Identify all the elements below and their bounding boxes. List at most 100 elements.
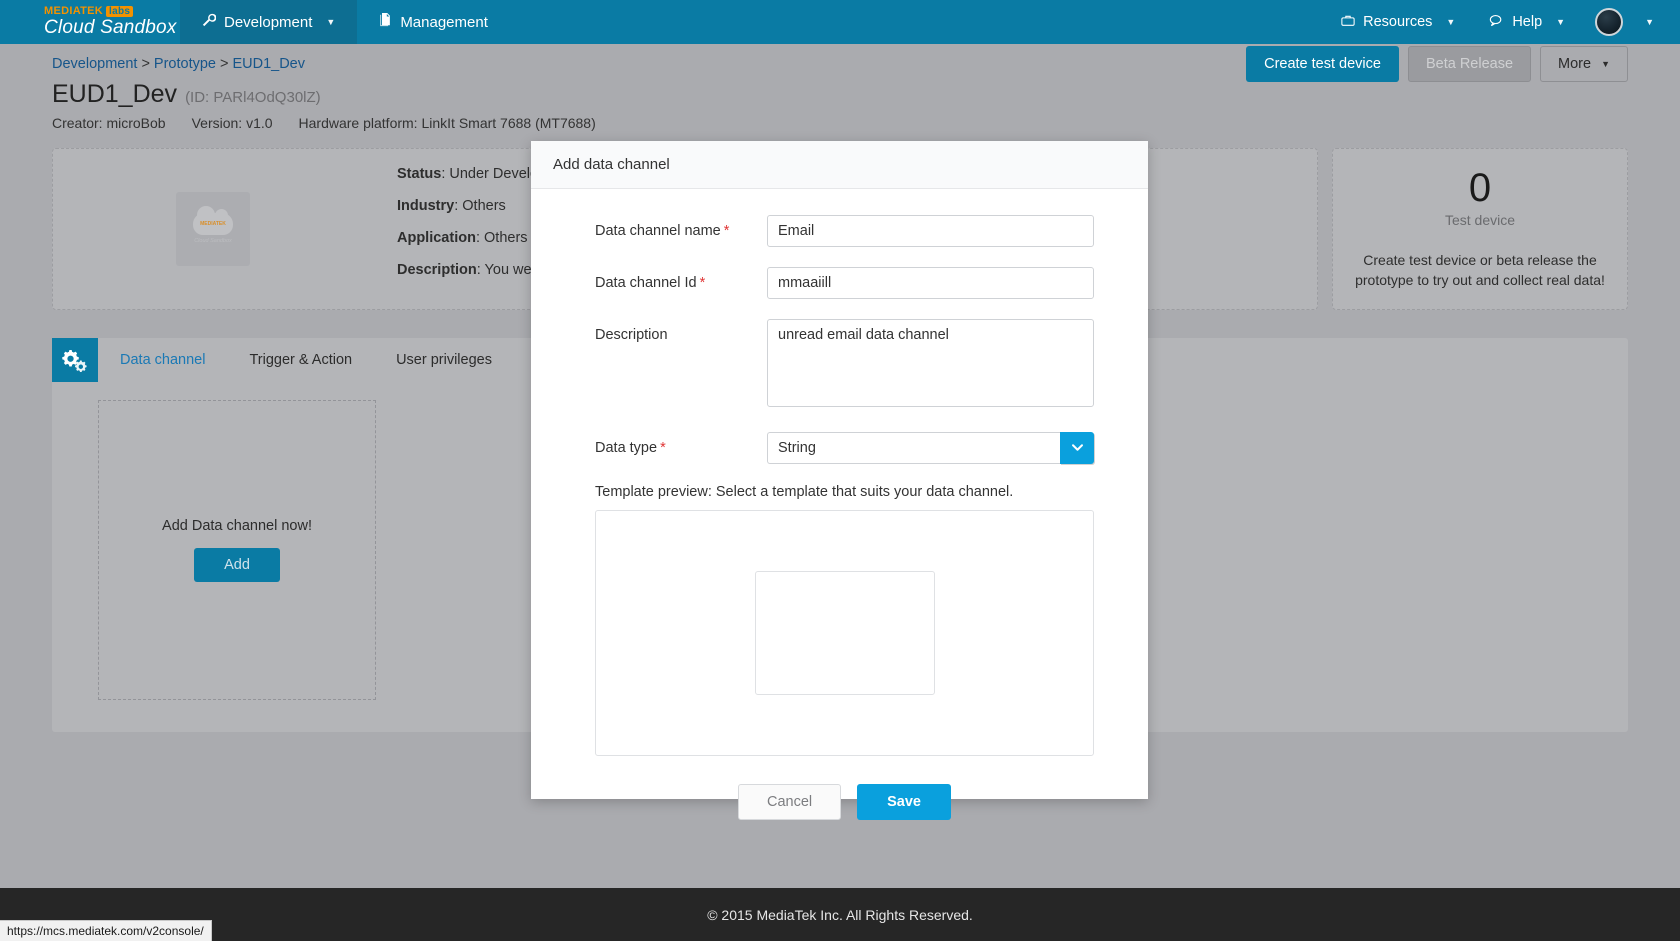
chevron-down-icon: ▼ [326,17,336,27]
meta-version: Version: v1.0 [191,115,273,131]
page-footer: © 2015 MediaTek Inc. All Rights Reserved… [0,888,1680,941]
page-meta-row: Creator: microBob Version: v1.0 Hardware… [0,109,1680,131]
more-button-label: More [1558,56,1592,72]
nav-item-management-label: Management [400,13,488,31]
required-asterisk: * [699,275,706,291]
required-asterisk: * [660,440,666,456]
prototype-thumbnail: MEDIATEK Cloud Sandbox [53,149,373,309]
status-bar-url: https://mcs.mediatek.com/v2console/ [7,924,204,938]
template-preview-placeholder[interactable] [754,571,935,695]
data-type-dropdown-toggle[interactable] [1060,432,1094,464]
brand-logo[interactable]: MEDIATEK labs Cloud Sandbox [0,0,180,44]
tab-trigger-action-label: Trigger & Action [249,352,353,368]
template-preview-area[interactable] [595,510,1094,756]
copyright-text: © 2015 MediaTek Inc. All Rights Reserved… [707,906,973,923]
tab-user-privileges[interactable]: User privileges [374,338,514,382]
data-type-selected-value[interactable]: String [767,432,1060,464]
nav-item-help[interactable]: Help ▼ [1475,14,1579,31]
nav-item-management[interactable]: Management [357,0,510,44]
data-type-label-text: Data type [595,440,658,456]
breadcrumb-link-current[interactable]: EUD1_Dev [232,56,305,72]
description-label: Description [595,319,767,343]
field-row-description: Description [595,319,1094,412]
test-device-note: Create test device or beta release the p… [1355,251,1605,288]
chevron-down-icon: ▼ [1601,59,1610,69]
breadcrumb-separator: > [141,56,150,72]
brand-labs-badge: labs [106,6,134,18]
field-row-data-channel-name: Data channel name * [595,215,1094,247]
briefcase-icon [1341,14,1355,31]
template-preview-label: Template preview: Select a template that… [595,484,1014,500]
tab-trigger-action[interactable]: Trigger & Action [227,338,374,382]
tab-data-channel[interactable]: Data channel [98,338,227,382]
nav-item-development-label: Development [224,13,313,31]
info-label-description: Description [397,261,477,278]
mediatek-cloud-sandbox-logo-icon: MEDIATEK Cloud Sandbox [176,191,250,266]
description-textarea[interactable] [767,319,1094,407]
description-label-text: Description [595,327,668,343]
info-label-industry: Industry [397,197,455,214]
dialog-body: Data channel name* Data channel Id* Desc… [531,189,1148,820]
data-channel-name-label-text: Data channel name [595,223,721,239]
data-channel-name-label: Data channel name * [595,215,767,239]
avatar [1595,8,1624,36]
meta-hardware-platform: Hardware platform: LinkIt Smart 7688 (MT… [298,115,596,131]
nav-item-resources[interactable]: Resources ▼ [1327,14,1469,31]
test-device-card: 0 Test device Create test device or beta… [1332,148,1628,310]
breadcrumb-link-development[interactable]: Development [52,56,137,72]
data-type-control: String [767,432,1094,464]
nav-item-resources-label: Resources [1363,14,1433,30]
gears-icon [52,338,98,382]
add-data-channel-dialog: Add data channel Data channel name* Data… [531,141,1148,820]
dialog-title: Add data channel [553,156,670,173]
data-channel-name-control [767,215,1094,247]
data-channel-id-control [767,267,1094,299]
field-row-data-channel-id: Data channel Id * [595,267,1094,299]
tab-data-channel-label: Data channel [120,352,206,368]
field-row-data-type: Data type * String [595,432,1094,464]
breadcrumb-separator: > [219,56,229,72]
beta-release-button[interactable]: Beta Release [1407,46,1532,82]
browser-status-bar: https://mcs.mediatek.com/v2console/ [0,920,212,941]
page-title: EUD1_Dev [52,80,178,108]
account-menu[interactable]: ▼ [1585,8,1654,36]
dialog-title-bar: Add data channel [531,141,1148,189]
wrench-icon [202,13,217,31]
chevron-down-icon [1071,439,1084,457]
nav-item-help-label: Help [1512,14,1543,30]
tab-user-privileges-label: User privileges [396,352,492,368]
data-channel-id-input[interactable] [767,267,1094,299]
data-channel-id-label-text: Data channel Id [595,275,697,291]
data-channel-id-label: Data channel Id * [595,267,767,291]
chevron-down-icon: ▼ [1556,17,1566,27]
more-button[interactable]: More ▼ [1540,46,1628,82]
cloud-icon: MEDIATEK [193,206,233,236]
save-button[interactable]: Save [857,784,951,820]
chevron-down-icon: ▼ [1446,17,1456,27]
description-control [767,319,1094,412]
top-navigation-bar: MEDIATEK labs Cloud Sandbox Development ▼… [0,0,1680,44]
create-test-device-button[interactable]: Create test device [1246,46,1399,82]
add-data-channel-button[interactable]: Add [194,548,280,582]
dialog-footer: Cancel Save [595,784,1094,820]
test-device-count: 0 [1468,165,1492,210]
cancel-button[interactable]: Cancel [737,784,842,820]
info-value-industry: : Others [454,197,506,214]
empty-data-channel-placeholder: Add Data channel now! Add [98,400,376,700]
info-label-application: Application [397,229,476,246]
nav-right-group: Resources ▼ Help ▼ ▼ [1327,0,1680,44]
brand-cloud-sandbox-text: Cloud Sandbox [44,16,177,38]
meta-creator: Creator: microBob [52,115,166,131]
empty-state-text: Add Data channel now! [162,518,312,534]
info-value-application: : Others [475,229,528,246]
data-type-dropdown[interactable]: String [767,432,1094,464]
logo-mediatek-text: MEDIATEK [200,221,226,228]
copy-icon [379,13,392,31]
nav-item-development[interactable]: Development ▼ [180,0,358,44]
test-device-count-label: Test device [1444,211,1516,228]
data-channel-name-input[interactable] [767,215,1094,247]
chevron-down-icon: ▼ [1645,17,1654,27]
logo-sub-text: Cloud Sandbox [194,238,232,245]
required-asterisk: * [723,223,730,239]
breadcrumb-link-prototype[interactable]: Prototype [154,56,216,72]
